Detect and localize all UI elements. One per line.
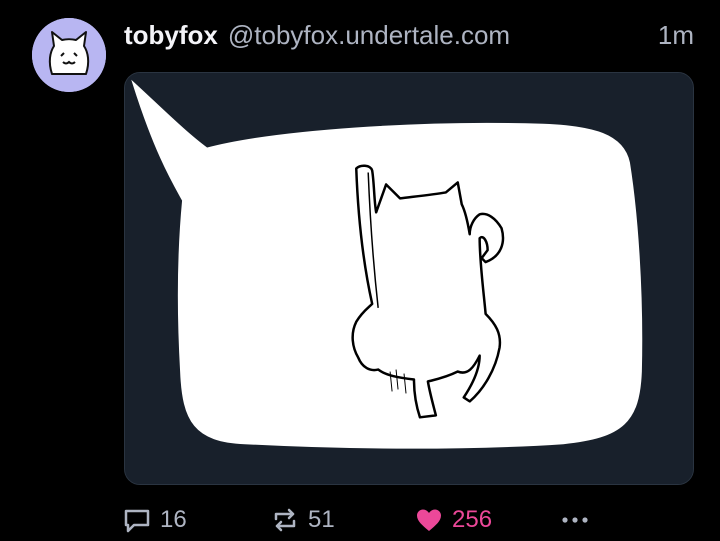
- more-options-button[interactable]: [558, 503, 592, 537]
- like-button[interactable]: 256: [414, 503, 492, 537]
- display-name[interactable]: tobyfox: [124, 20, 218, 51]
- heart-icon: [417, 509, 441, 531]
- post-card[interactable]: tobyfox @tobyfox.undertale.com 1m 16 51 …: [0, 0, 720, 541]
- reply-icon: [124, 509, 150, 533]
- reply-button[interactable]: 16: [122, 503, 187, 537]
- action-bar: 16 51 256: [122, 503, 602, 537]
- repost-button[interactable]: 51: [270, 503, 335, 537]
- more-options-icon: [562, 517, 588, 523]
- cat-face-avatar-icon: [32, 18, 106, 92]
- repost-icon: [274, 508, 296, 532]
- post-image[interactable]: [124, 72, 694, 485]
- author-handle[interactable]: @tobyfox.undertale.com: [228, 20, 510, 51]
- reply-count: 16: [160, 506, 187, 533]
- speech-bubble-cat-drawing: [125, 73, 693, 484]
- post-timestamp[interactable]: 1m: [658, 20, 694, 51]
- repost-count: 51: [308, 506, 335, 533]
- like-count: 256: [452, 506, 493, 533]
- post-header: tobyfox @tobyfox.undertale.com 1m: [124, 18, 694, 52]
- avatar[interactable]: [32, 18, 106, 92]
